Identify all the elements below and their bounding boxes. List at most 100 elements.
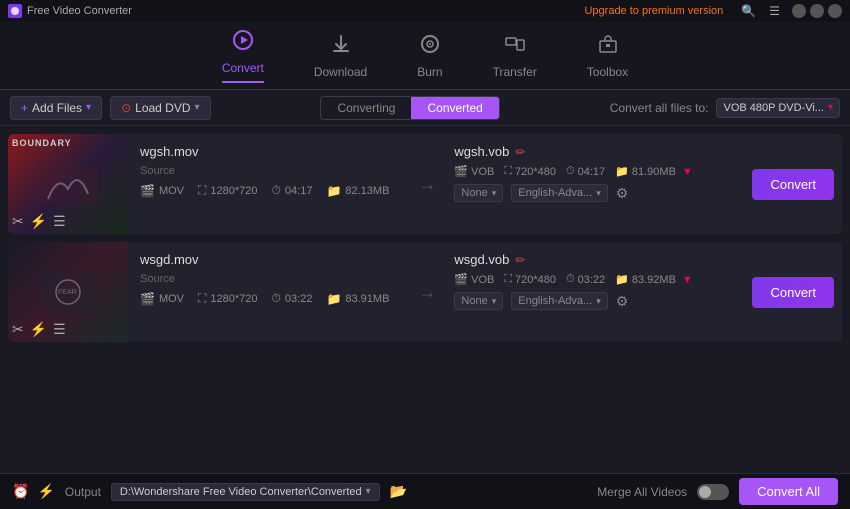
speed-icon-2[interactable]: ⚡ — [30, 321, 47, 338]
output-label: Output — [65, 485, 101, 499]
title-bar: Free Video Converter Upgrade to premium … — [0, 0, 850, 22]
target-meta-1: 🎬 VOB ⛶ 720*480 ⏱ 04:17 📁 81.90MB — [454, 165, 676, 178]
t-res-icon-2: ⛶ — [504, 273, 512, 286]
nav-download[interactable]: Download — [304, 27, 377, 85]
add-files-button[interactable]: + Add Files ▾ — [10, 96, 102, 120]
minimize-button[interactable] — [792, 4, 806, 18]
sub-row-2: None ▾ English-Adva... ▾ ⚙ — [454, 292, 736, 310]
tab-converted[interactable]: Converted — [411, 97, 498, 119]
t-size-2: 📁 83.92MB — [615, 273, 676, 286]
convert-button-2[interactable]: Convert — [752, 277, 834, 308]
convert-all-button[interactable]: Convert All — [739, 478, 838, 505]
t-res-1: ⛶ 720*480 — [504, 165, 556, 178]
t-format-val-1: VOB — [471, 166, 494, 178]
file-meta-details-2: 🎬 MOV ⛶ 1280*720 ⏱ 03:22 📁 83.91MB — [140, 291, 396, 306]
size-meta-1: 📁 82.13MB — [326, 184, 389, 198]
timer-icon[interactable]: ⏰ — [12, 483, 29, 500]
nav-transfer[interactable]: Transfer — [483, 27, 547, 85]
t-format-1: 🎬 VOB — [454, 165, 494, 178]
t-res-val-2: 720*480 — [515, 274, 556, 286]
tab-converting[interactable]: Converting — [321, 97, 411, 119]
arrow-right-icon-1: → — [418, 174, 436, 195]
t-res-icon-1: ⛶ — [504, 165, 512, 178]
target-dropdown-arrow-2[interactable]: ▼ — [682, 274, 693, 286]
audio-select-2[interactable]: English-Adva... ▾ — [511, 292, 608, 310]
target-dropdown-arrow-1[interactable]: ▼ — [682, 166, 693, 178]
thumb-icons-2: ✂ ⚡ ☰ — [12, 321, 66, 338]
nav-convert[interactable]: Convert — [212, 23, 274, 89]
film-icon-1: 🎬 — [140, 184, 155, 198]
source-size-2: 83.91MB — [345, 293, 389, 305]
menu-icon[interactable]: ☰ — [769, 4, 780, 18]
trim-icon[interactable]: ✂ — [12, 213, 24, 230]
edit-icon-2[interactable]: ✏ — [515, 253, 525, 267]
arrow-col-1: → — [408, 134, 446, 234]
nav-burn-label: Burn — [417, 65, 442, 79]
thumb-icons-1: ✂ ⚡ ☰ — [12, 213, 66, 230]
res-meta-1: ⛶ 1280*720 — [198, 183, 258, 198]
bolt-icon[interactable]: ⚡ — [37, 483, 54, 500]
source-res-1: 1280*720 — [210, 185, 257, 197]
nav-active-underline — [222, 81, 264, 83]
t-dur-icon-1: ⏱ — [566, 165, 575, 178]
subtitle-val-1: None — [461, 187, 487, 199]
merge-toggle[interactable] — [697, 484, 729, 500]
subtitle-select-1[interactable]: None ▾ — [454, 184, 503, 202]
audio-select-1[interactable]: English-Adva... ▾ — [511, 184, 608, 202]
audio-val-2: English-Adva... — [518, 295, 592, 307]
format-select[interactable]: VOB 480P DVD-Vi... ▾ — [716, 98, 840, 118]
nav-download-label: Download — [314, 65, 367, 79]
bottom-bar: ⏰ ⚡ Output D:\Wondershare Free Video Con… — [0, 473, 850, 509]
list-icon-2[interactable]: ☰ — [53, 321, 66, 338]
dur-icon-2: ⏱ — [272, 291, 281, 306]
load-dvd-button[interactable]: ⊙ Load DVD ▾ — [110, 96, 210, 120]
convert-all-label: Convert all files to: — [610, 101, 709, 115]
source-name-2: wsgd.mov — [140, 252, 396, 267]
search-icon[interactable]: 🔍 — [741, 4, 756, 18]
output-path[interactable]: D:\Wondershare Free Video Converter\Conv… — [111, 483, 380, 501]
trim-icon-2[interactable]: ✂ — [12, 321, 24, 338]
subtitle-arrow-2: ▾ — [492, 296, 497, 307]
source-size-1: 82.13MB — [345, 185, 389, 197]
dur-meta-1: ⏱ 04:17 — [272, 183, 313, 198]
toggle-knob — [699, 486, 711, 498]
nav-burn[interactable]: Burn — [407, 27, 452, 85]
speed-icon[interactable]: ⚡ — [30, 213, 47, 230]
load-dvd-arrow[interactable]: ▾ — [195, 102, 200, 113]
title-bar-left: Free Video Converter — [8, 4, 132, 18]
subtitle-select-2[interactable]: None ▾ — [454, 292, 503, 310]
res-icon-1: ⛶ — [198, 183, 206, 198]
settings-icon-2[interactable]: ⚙ — [616, 293, 629, 310]
thumb-inner-1: BOUNDARY ✂ ⚡ ☰ — [8, 134, 128, 234]
burn-nav-icon — [419, 33, 441, 61]
maximize-button[interactable] — [810, 4, 824, 18]
output-path-text: D:\Wondershare Free Video Converter\Conv… — [120, 486, 362, 498]
convert-nav-icon — [232, 29, 254, 57]
add-files-arrow[interactable]: ▾ — [86, 102, 91, 113]
dur-icon-1: ⏱ — [272, 183, 281, 198]
folder-icon[interactable]: 📂 — [390, 483, 407, 500]
app-logo — [8, 4, 22, 18]
list-icon[interactable]: ☰ — [53, 213, 66, 230]
target-meta-2: 🎬 VOB ⛶ 720*480 ⏱ 03:22 📁 83.92MB — [454, 273, 676, 286]
convert-tab-group: Converting Converted — [320, 96, 499, 120]
dvd-icon: ⊙ — [121, 101, 131, 115]
upgrade-link[interactable]: Upgrade to premium version — [584, 5, 723, 17]
close-button[interactable] — [828, 4, 842, 18]
settings-icon-1[interactable]: ⚙ — [616, 185, 629, 202]
res-meta-2: ⛶ 1280*720 — [198, 291, 258, 306]
convert-button-1[interactable]: Convert — [752, 169, 834, 200]
t-res-2: ⛶ 720*480 — [504, 273, 556, 286]
size-meta-2: 📁 83.91MB — [326, 292, 389, 306]
file-info-1: wgsh.mov Source 🎬 MOV ⛶ 1280*720 ⏱ 04:17 — [128, 134, 408, 234]
source-dur-2: 03:22 — [285, 293, 313, 305]
file-thumb-2: FEAR ✂ ⚡ ☰ — [8, 242, 128, 342]
t-film-icon-2: 🎬 — [454, 273, 468, 286]
audio-arrow-1: ▾ — [596, 188, 601, 199]
size-icon-1: 📁 — [326, 184, 341, 198]
target-col-2: wsgd.vob ✏ 🎬 VOB ⛶ 720*480 ⏱ 03:22 — [446, 242, 744, 342]
edit-icon-1[interactable]: ✏ — [515, 145, 525, 159]
nav-toolbox[interactable]: Toolbox — [577, 27, 638, 85]
t-dur-2: ⏱ 03:22 — [566, 273, 605, 286]
res-icon-2: ⛶ — [198, 291, 206, 306]
